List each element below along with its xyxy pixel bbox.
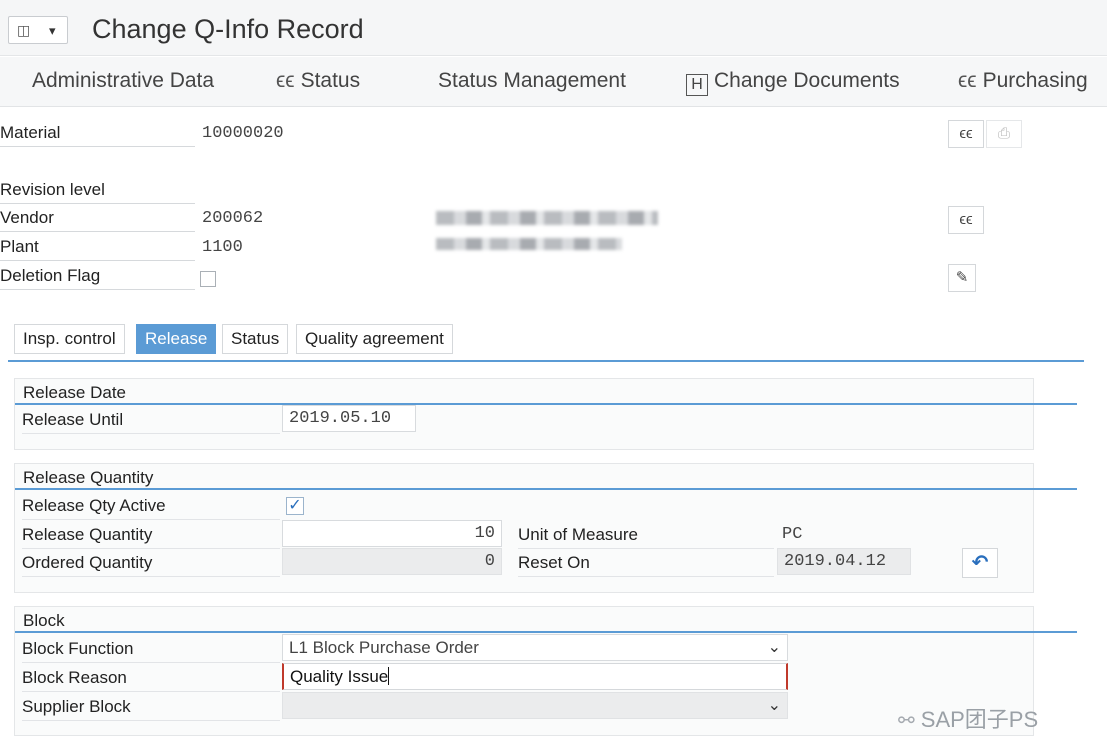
revision-level-label: Revision level [0,178,195,204]
vendor-name-redacted [436,211,658,225]
reset-on-label: Reset On [518,549,774,577]
deletion-flag-checkbox[interactable] [200,271,216,287]
purchasing-button[interactable]: ϵϵ Purchasing [958,69,1088,93]
tab-strip: Insp. control Release Status Quality agr… [8,324,1084,362]
block-function-value: L1 Block Purchase Order [289,638,479,657]
ordered-quantity-label: Ordered Quantity [22,549,280,577]
menu-icon: ◫ [17,22,31,38]
watermark-text: SAP团子PS [920,707,1039,732]
page-title: Change Q-Info Record [92,14,364,44]
material-display-button[interactable]: ϵϵ [948,120,984,148]
release-until-label: Release Until [22,406,280,434]
reset-on-field: 2019.04.12 [777,548,911,575]
vendor-display-button[interactable]: ϵϵ [948,206,984,234]
group-divider [15,403,1077,405]
text-cursor [388,667,390,685]
group-divider [15,488,1077,490]
status-management-button[interactable]: Status Management [438,69,626,93]
glasses-icon: ϵϵ [276,69,295,92]
glasses-icon: ϵϵ [958,69,977,92]
plant-label: Plant [0,235,195,261]
administrative-data-button[interactable]: Administrative Data [32,69,214,93]
edit-document-icon: ✎ [955,269,969,286]
status-management-label: Status Management [438,69,626,92]
administrative-data-label: Administrative Data [32,69,215,92]
unit-of-measure-value: PC [782,525,803,544]
menu-button[interactable]: ◫ ▾ [8,16,68,44]
group-divider [15,631,1077,633]
block-heading: Block [23,611,65,630]
release-quantity-field[interactable]: 10 [282,520,502,547]
release-quantity-heading: Release Quantity [23,468,154,487]
deletion-flag-label: Deletion Flag [0,264,195,290]
ordered-quantity-field: 0 [282,548,502,575]
watermark: ⚯ SAP团子PS [898,702,1038,734]
chevron-down-icon: ⌄ [767,697,781,714]
edit-button[interactable]: ✎ [948,264,976,292]
tab-quality-agreement[interactable]: Quality agreement [296,324,453,354]
supplier-block-dropdown[interactable]: ⌄ [282,692,788,719]
plant-value: 1100 [202,238,243,257]
title-bar: ◫ ▾ Change Q-Info Record [0,0,1107,56]
vendor-label: Vendor [0,206,195,232]
block-function-dropdown[interactable]: L1 Block Purchase Order ⌄ [282,634,788,661]
block-reason-value: Quality Issue [290,667,389,686]
change-documents-button[interactable]: H Change Documents [686,69,900,96]
unit-of-measure-label: Unit of Measure [518,521,774,549]
history-icon: H [686,74,708,96]
block-reason-field[interactable]: Quality Issue [282,663,788,690]
release-quantity-label: Release Quantity [22,521,280,549]
release-qty-active-label: Release Qty Active [22,492,280,520]
purchasing-label: Purchasing [982,69,1088,92]
supplier-block-label: Supplier Block [22,693,280,721]
tab-insp-control[interactable]: Insp. control [14,324,125,354]
tab-release[interactable]: Release [136,324,217,354]
status-button[interactable]: ϵϵ Status [276,69,360,93]
chevron-down-icon: ▾ [49,23,56,38]
material-value: 10000020 [202,124,284,143]
vendor-value: 200062 [202,209,264,228]
copy-icon: ⎙ [997,125,1010,142]
change-documents-label: Change Documents [714,69,900,92]
reset-quantity-button[interactable]: ↶ [962,548,998,578]
wechat-icon: ⚯ [898,710,915,732]
chevron-down-icon: ⌄ [767,639,781,656]
checkmark-icon: ✓ [288,497,302,514]
undo-icon: ↶ [971,552,989,574]
tab-status[interactable]: Status [222,324,289,354]
plant-name-redacted [436,238,622,250]
status-label: Status [300,69,361,92]
glasses-icon: ϵϵ [959,211,973,228]
block-function-label: Block Function [22,635,280,663]
material-label: Material [0,121,195,147]
application-toolbar: Administrative Data ϵϵ Status Status Mana… [0,57,1107,107]
release-date-heading: Release Date [23,383,127,402]
material-copy-button: ⎙ [986,120,1022,148]
glasses-icon: ϵϵ [959,125,973,142]
release-qty-active-checkbox[interactable]: ✓ [286,497,304,515]
release-until-field[interactable]: 2019.05.10 [282,405,416,432]
block-reason-label: Block Reason [22,664,280,692]
